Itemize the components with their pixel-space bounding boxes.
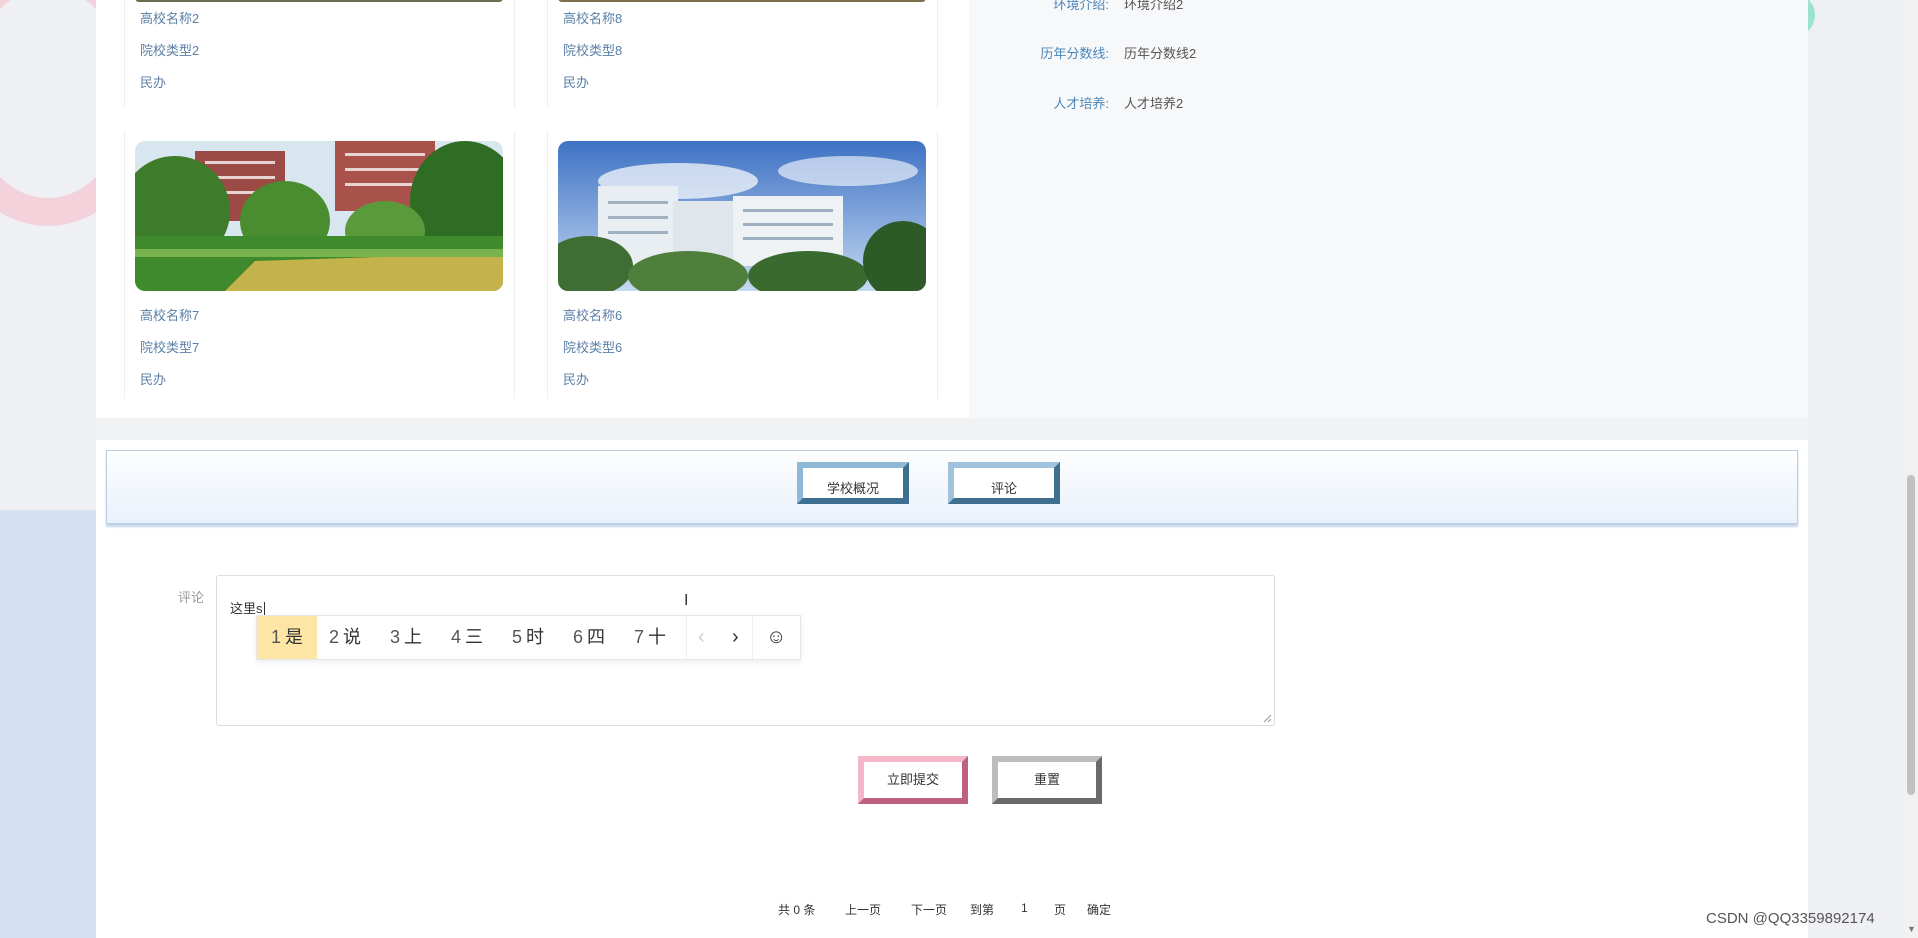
ime-divider	[752, 616, 753, 659]
submit-comment-button[interactable]: 立即提交	[858, 756, 968, 804]
comment-label: 评论	[178, 590, 205, 605]
detail-label: 人才培养:	[1053, 96, 1109, 111]
tab-comment[interactable]: 评论	[948, 462, 1060, 504]
ime-candidate-bar: 1是 2说 3上 4三 5时 6四 7十 ‹ › ☺	[256, 615, 801, 660]
school-image[interactable]	[558, 141, 926, 291]
school-name[interactable]: 高校名称8	[563, 8, 622, 27]
school-detail-area: 高校名称2 院校类型2 民办 高校名称8 院校类型8 民办 高校名称7 院校类型…	[96, 0, 1808, 418]
detail-value: 环境介绍2	[1124, 0, 1184, 12]
pagination-page-input[interactable]: 1	[1021, 901, 1028, 915]
school-type: 院校类型6	[563, 340, 623, 355]
background-decoration-blue	[0, 510, 96, 938]
resize-handle-icon[interactable]	[1263, 714, 1272, 723]
school-nature: 民办	[140, 372, 167, 387]
ibeam-cursor-icon: I	[684, 592, 689, 609]
school-image	[558, 0, 926, 2]
pagination-prev-button[interactable]: 上一页	[845, 901, 881, 918]
comment-text-value: 这里s	[230, 601, 263, 616]
school-image	[135, 0, 503, 2]
school-card[interactable]: 高校名称2 院校类型2 民办	[124, 0, 515, 108]
ime-next-page-icon[interactable]: ›	[732, 616, 739, 659]
ime-divider	[686, 616, 687, 659]
ime-candidate[interactable]: 7十	[634, 616, 666, 659]
ime-candidate[interactable]: 2说	[329, 616, 361, 659]
school-card[interactable]: 高校名称6 院校类型6 民办	[547, 131, 938, 399]
school-type: 院校类型2	[140, 43, 200, 58]
section-divider	[96, 418, 1808, 440]
school-nature: 民办	[140, 75, 167, 90]
school-name[interactable]: 高校名称2	[140, 8, 199, 27]
school-detail-panel: 环境介绍: 环境介绍2 历年分数线: 历年分数线2 人才培养: 人才培养2	[969, 0, 1808, 418]
detail-value: 人才培养2	[1124, 96, 1184, 111]
ime-candidate[interactable]: 4三	[451, 616, 483, 659]
detail-value: 历年分数线2	[1124, 46, 1197, 61]
school-type: 院校类型8	[563, 43, 623, 58]
pagination-total: 共 0 条	[778, 903, 816, 917]
school-card[interactable]: 高校名称8 院校类型8 民办	[547, 0, 938, 108]
school-card[interactable]: 高校名称7 院校类型7 民办	[124, 131, 515, 399]
scroll-down-arrow-icon[interactable]: ▼	[1907, 924, 1916, 934]
ime-candidate[interactable]: 6四	[573, 616, 605, 659]
pagination-next-button[interactable]: 下一页	[911, 901, 947, 918]
ime-candidate[interactable]: 3上	[390, 616, 422, 659]
pagination-page-unit: 页	[1054, 903, 1067, 917]
school-nature: 民办	[563, 372, 590, 387]
school-image[interactable]	[135, 141, 503, 291]
ime-emoji-icon[interactable]: ☺	[766, 616, 786, 659]
school-nature: 民办	[563, 75, 590, 90]
pagination-confirm-button[interactable]: 确定	[1087, 901, 1111, 918]
reset-button[interactable]: 重置	[992, 756, 1102, 804]
ime-candidate[interactable]: 5时	[512, 616, 544, 659]
ime-prev-page-icon[interactable]: ‹	[698, 616, 705, 659]
watermark: CSDN @QQ3359892174	[1706, 910, 1875, 927]
school-type: 院校类型7	[140, 340, 200, 355]
ime-candidate[interactable]: 1是	[257, 616, 317, 659]
scrollbar-thumb[interactable]	[1907, 475, 1915, 795]
tab-school-overview[interactable]: 学校概况	[797, 462, 909, 504]
vertical-scrollbar[interactable]: ▼	[1904, 0, 1918, 938]
detail-label: 历年分数线:	[1040, 46, 1109, 61]
detail-label: 环境介绍:	[1053, 0, 1109, 12]
school-name[interactable]: 高校名称6	[563, 305, 622, 324]
main-content: 高校名称2 院校类型2 民办 高校名称8 院校类型8 民办 高校名称7 院校类型…	[96, 0, 1808, 938]
pagination-goto-label: 到第	[970, 903, 995, 917]
school-name[interactable]: 高校名称7	[140, 305, 199, 324]
detail-tabs: 学校概况 评论	[106, 450, 1798, 524]
